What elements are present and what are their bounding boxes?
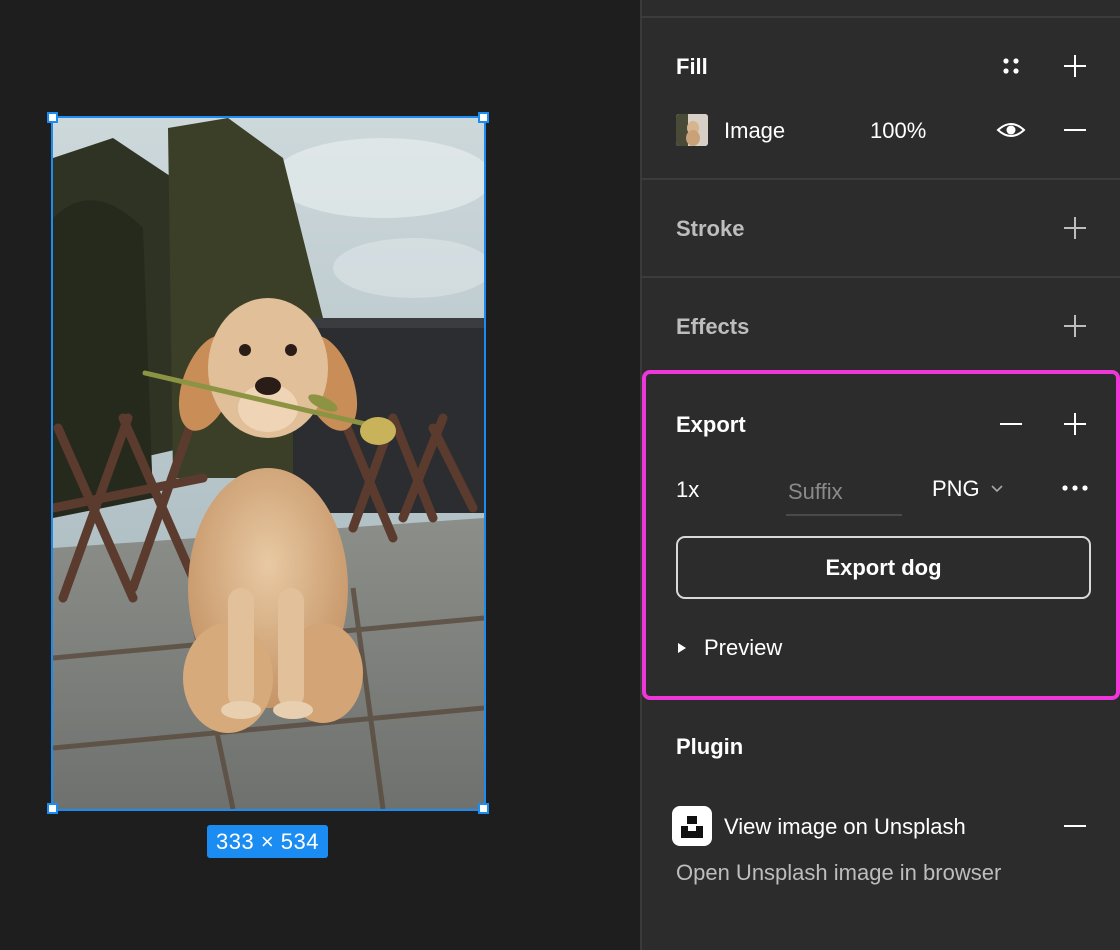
section-divider [642,16,1120,18]
fill-opacity-value[interactable]: 100% [870,118,926,144]
more-options-icon[interactable] [1059,472,1091,504]
resize-handle-bottom-right[interactable] [478,803,489,814]
resize-handle-bottom-left[interactable] [47,803,58,814]
preview-toggle[interactable]: Preview [676,632,782,664]
export-scale-select[interactable]: 1x [676,477,699,503]
export-section-title: Export [676,412,746,437]
add-export-plus-icon[interactable] [1059,408,1091,440]
chevron-down-icon [991,485,1003,493]
export-format-value: PNG [932,476,980,501]
fill-image-thumbnail[interactable] [676,114,708,146]
preview-label: Preview [704,635,783,660]
export-suffix-input[interactable] [786,470,902,516]
caret-right-icon [678,643,686,653]
add-effect-plus-icon[interactable] [1059,310,1091,342]
fill-type-label[interactable]: Image [724,118,785,144]
remove-export-minus-icon[interactable] [995,408,1027,440]
export-button[interactable]: Export dog [676,536,1091,599]
section-divider [642,276,1120,278]
styles-grid-icon[interactable] [995,50,1027,82]
export-format-select[interactable]: PNG [932,472,1004,506]
section-divider [642,178,1120,180]
properties-panel: Fill Image 100% Stroke Effects Export 1x… [640,0,1120,950]
visibility-eye-icon[interactable] [995,114,1027,146]
resize-handle-top-left[interactable] [47,112,58,123]
stroke-section-title: Stroke [676,216,745,241]
resize-handle-top-right[interactable] [478,112,489,123]
frame-size-badge: 333 × 534 [207,825,328,858]
add-fill-plus-icon[interactable] [1059,50,1091,82]
design-canvas[interactable]: 333 × 534 [0,0,640,950]
plugin-section-title: Plugin [676,734,744,759]
remove-plugin-minus-icon[interactable] [1059,810,1091,842]
unsplash-logo-icon [672,806,712,846]
plugin-name[interactable]: View image on Unsplash [724,814,966,840]
fill-section-title: Fill [676,54,708,79]
effects-section-title: Effects [676,314,750,339]
dog-photo [53,118,484,809]
add-stroke-plus-icon[interactable] [1059,212,1091,244]
plugin-description: Open Unsplash image in browser [676,860,1002,885]
remove-fill-minus-icon[interactable] [1059,114,1091,146]
selected-image-frame[interactable] [51,116,486,811]
